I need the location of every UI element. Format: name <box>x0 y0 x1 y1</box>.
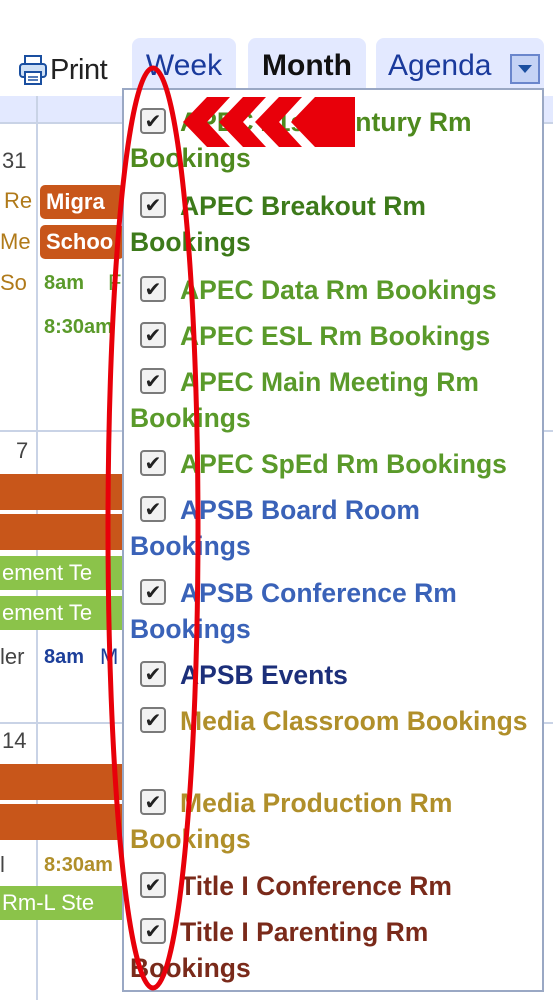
calendar-item[interactable]: ✔ APEC Breakout Rm Bookings <box>130 188 534 260</box>
calendar-item[interactable]: ✔ APEC SpEd Rm Bookings <box>130 446 534 482</box>
calendar-item-label: APSB Conference Rm Bookings <box>130 578 457 644</box>
calendar-item-label: APEC Data Rm Bookings <box>180 275 497 305</box>
calendar-item[interactable]: ✔ Title I Parenting Rm Bookings <box>130 914 534 986</box>
day-number: 31 <box>2 148 27 173</box>
event-bar[interactable]: Rm-L Ste <box>0 886 124 920</box>
event-text[interactable]: Me <box>0 229 36 255</box>
printer-icon <box>19 55 47 85</box>
day-number: 14 <box>2 728 27 753</box>
calendar-item[interactable]: ✔ APSB Conference Rm Bookings <box>130 575 534 647</box>
event-text[interactable]: l <box>0 852 5 878</box>
calendar-item[interactable]: ✔ APSB Board Room Bookings <box>130 492 534 564</box>
calendar-item[interactable]: ✔ Media Production Rm Bookings <box>130 785 534 857</box>
calendar-item-label: APSB Board Room Bookings <box>130 495 420 561</box>
calendar-item[interactable]: ✔ Title I Conference Rm <box>130 868 534 904</box>
calendar-item-label: APSB Events <box>180 660 348 690</box>
calendar-item-label: Title I Parenting Rm Bookings <box>130 917 429 983</box>
event-text[interactable]: So <box>0 270 36 296</box>
tab-month[interactable]: Month <box>248 38 366 94</box>
calendar-list-menu: ✔ APEC 21st Century Rm Bookings ✔ APEC B… <box>122 88 544 992</box>
calendar-item-label: APEC Breakout Rm Bookings <box>130 191 426 257</box>
calendar-item[interactable]: ✔ APEC Main Meeting Rm Bookings <box>130 364 534 436</box>
calendar-item[interactable]: ✔ APEC 21st Century Rm Bookings <box>130 104 534 176</box>
event-chip[interactable]: Schoo <box>40 225 124 259</box>
event-bar[interactable] <box>0 514 124 550</box>
calendar-item-label: APEC Main Meeting Rm Bookings <box>130 367 479 433</box>
print-button[interactable]: Print <box>18 50 108 90</box>
day-number: 7 <box>16 438 29 463</box>
calendar-toolbar: Print Week Month Agenda <box>0 0 553 96</box>
calendar-list-dropdown-button[interactable] <box>510 54 540 84</box>
calendar-item[interactable]: ✔ APSB Events <box>130 657 534 693</box>
event-bar[interactable]: ement Te <box>0 556 124 590</box>
chevron-down-icon <box>518 65 532 73</box>
calendar-item-label: APEC 21st Century Rm Bookings <box>130 107 472 173</box>
event-text[interactable]: F <box>108 270 121 296</box>
event-bar[interactable] <box>0 764 124 800</box>
calendar-item-label: APEC ESL Rm Bookings <box>180 321 491 351</box>
calendar-item-label: Title I Conference Rm <box>180 871 452 901</box>
calendar-item[interactable]: ✔ Media Classroom Bookings <box>130 703 534 775</box>
event-chip[interactable]: Migra <box>40 185 124 219</box>
event-text[interactable]: M <box>100 644 118 670</box>
calendar-item[interactable]: ✔ APEC ESL Rm Bookings <box>130 318 534 354</box>
print-label: Print <box>50 53 108 86</box>
event-time[interactable]: 8am <box>44 646 84 669</box>
calendar-item[interactable]: ✔ APEC Data Rm Bookings <box>130 272 534 308</box>
event-bar[interactable]: ement Te <box>0 596 124 630</box>
event-time[interactable]: 8am <box>44 272 84 295</box>
event-time[interactable]: 8:30am <box>44 316 124 339</box>
event-text[interactable]: Re <box>4 188 36 214</box>
event-text[interactable]: ler <box>0 644 36 670</box>
event-bar[interactable] <box>0 474 124 510</box>
calendar-item-label: APEC SpEd Rm Bookings <box>180 449 507 479</box>
tab-week[interactable]: Week <box>132 38 236 94</box>
event-bar[interactable] <box>0 804 124 840</box>
calendar-item-label: Media Production Rm Bookings <box>130 788 453 854</box>
calendar-item-label: Media Classroom Bookings <box>180 706 528 736</box>
event-time[interactable]: 8:30am <box>44 854 124 877</box>
